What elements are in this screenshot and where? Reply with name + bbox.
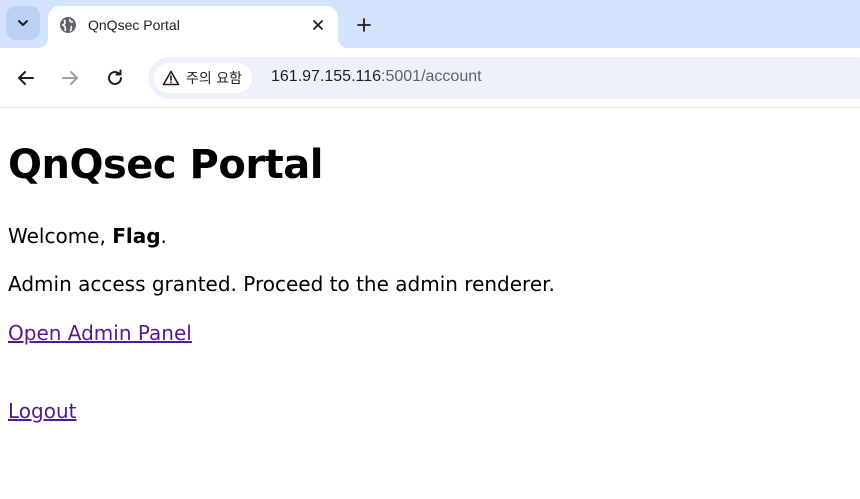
chevron-down-icon [18, 20, 28, 26]
url-path: :5001/account [381, 68, 482, 85]
close-icon [313, 20, 323, 30]
welcome-message: Welcome, Flag. [8, 224, 167, 248]
admin-access-message: Admin access granted. Proceed to the adm… [8, 272, 555, 296]
tab-strip: QnQsec Portal [0, 0, 860, 48]
reload-button[interactable] [101, 64, 129, 92]
globe-icon [60, 17, 76, 33]
security-chip-label: 주의 요함 [186, 71, 242, 87]
forward-button[interactable] [56, 64, 84, 92]
arrow-left-icon [18, 71, 34, 85]
plus-icon [357, 18, 371, 32]
tab-close-button[interactable] [308, 15, 328, 35]
active-tab[interactable]: QnQsec Portal [48, 6, 338, 48]
address-bar[interactable]: 주의 요함 161.97.155.116:5001/account [148, 57, 860, 99]
logout-link[interactable]: Logout [8, 399, 76, 423]
reload-icon [108, 69, 122, 85]
browser-toolbar: 주의 요함 161.97.155.116:5001/account [0, 48, 860, 108]
url-host: 161.97.155.116 [271, 68, 382, 85]
back-button[interactable] [12, 64, 40, 92]
page-title: QnQsec Portal [8, 142, 323, 188]
tab-search-button[interactable] [6, 6, 40, 40]
security-chip[interactable]: 주의 요함 [154, 63, 252, 93]
url-text[interactable]: 161.97.155.116:5001/account [271, 68, 482, 86]
new-tab-button[interactable] [350, 12, 378, 38]
warning-triangle-icon [162, 70, 180, 86]
open-admin-panel-link[interactable]: Open Admin Panel [8, 321, 192, 345]
welcome-prefix: Welcome, [8, 224, 113, 248]
welcome-suffix: . [160, 224, 167, 248]
arrow-right-icon [62, 71, 78, 85]
welcome-username: Flag [112, 224, 161, 248]
tab-title: QnQsec Portal [88, 17, 180, 33]
